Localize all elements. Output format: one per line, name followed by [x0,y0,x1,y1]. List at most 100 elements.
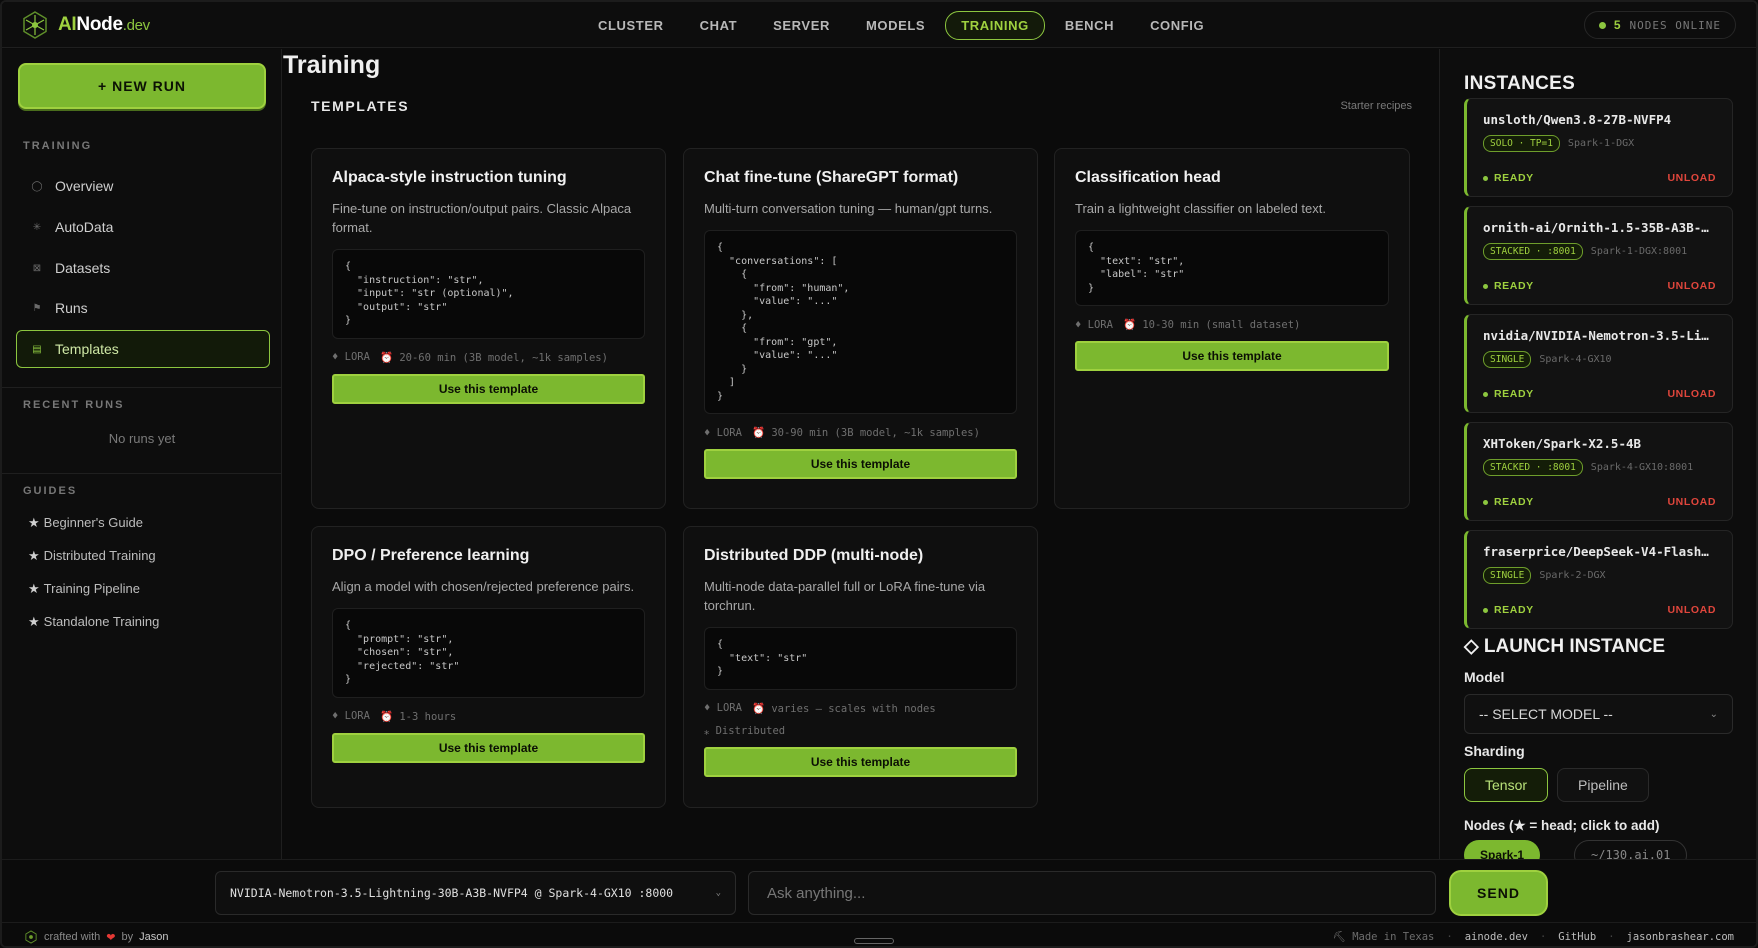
crafted-text: crafted with [44,931,101,943]
templates-section-title: TEMPLATES [311,98,410,114]
instance-card[interactable]: unsloth/Qwen3.8-27B-NVFP4 SOLO · TP=1 Spa… [1464,98,1733,197]
use-template-button[interactable]: Use this template [332,732,645,763]
guide-link-distributed[interactable]: ★ Distributed Training [28,548,156,564]
sharding-pipeline-button[interactable]: Pipeline [1557,768,1649,802]
chevron-down-icon: ⌄ [715,888,721,898]
instance-host: Spark-4-GX10:8001 [1590,462,1694,473]
instance-card[interactable]: nvidia/NVIDIA-Nemotron-3.5-Li... SINGLE S… [1464,314,1733,413]
card-description: Train a lightweight classifier on labele… [1075,201,1326,216]
card-title: Chat fine-tune (ShareGPT format) [704,169,959,186]
circle-icon: ◯ [31,180,43,192]
model-select[interactable]: -- SELECT MODEL -- ⌄ [1464,694,1733,734]
instance-name: ornith-ai/Ornith-1.5-35B-A3B-... [1483,220,1716,235]
nodes-label: NODES ONLINE [1629,18,1721,32]
nodes-online-badge[interactable]: 5 NODES ONLINE [1583,11,1736,39]
launch-instance-title: ◇ LAUNCH INSTANCE [1464,636,1666,657]
node-chip-head[interactable]: Spark-1 [1464,840,1541,859]
sidebar-item-autodata[interactable]: ✳ AutoData [16,208,270,246]
nav-tab-server[interactable]: SERVER [757,11,846,40]
nav-tab-chat[interactable]: CHAT [684,11,754,40]
instance-host: Spark-1-DGX:8001 [1590,246,1688,257]
footer-link-ainode[interactable]: ainode.dev [1465,931,1528,943]
templates-subtitle: Starter recipes [1340,100,1412,112]
instance-card[interactable]: ornith-ai/Ornith-1.5-35B-A3B-... STACKED… [1464,206,1733,305]
instance-host: Spark-1-DGX [1567,138,1635,149]
template-icon: ▤ [32,343,42,355]
card-meta: ♦ LORA ⏰ 30-90 min (3B model, ~1k sample… [704,426,1017,440]
sidebar-divider [2,473,282,474]
instance-card[interactable]: XHToken/Spark-X2.5-4B STACKED · :8001 Spa… [1464,422,1733,521]
nav-tab-cluster[interactable]: CLUSTER [582,11,680,40]
star-icon: ★ [28,515,40,530]
texas-icon: ⛏ [1332,931,1346,943]
instance-card[interactable]: fraserprice/DeepSeek-V4-Flash... SINGLE S… [1464,530,1733,629]
sidebar-item-templates[interactable]: ▤ Templates [16,330,270,368]
unload-button[interactable]: UNLOAD [1667,496,1716,508]
status-dot-icon [1598,21,1606,29]
instance-host: Spark-4-GX10 [1539,354,1612,365]
brand-node: Node [76,14,123,35]
node-chip[interactable]: ~/130.ai.01 [1574,840,1688,859]
chat-bar: NVIDIA-Nemotron-3.5-Lightning-30B-A3B-NV… [2,859,1756,922]
main-nav: CLUSTER CHAT SERVER MODELS TRAINING BENC… [582,11,1220,40]
made-in-texas: ⛏ Made in Texas [1333,930,1435,943]
duration-text: 1-3 hours [399,710,457,723]
method-tag: ♦ LORA [704,426,742,439]
by-text: by [121,931,134,943]
sidebar-item-overview[interactable]: ◯ Overview [16,167,270,205]
logo[interactable]: AINode.dev [20,10,150,40]
guide-label: Standalone Training [43,614,160,629]
author-name[interactable]: Jason [139,931,168,943]
new-run-button[interactable]: + NEW RUN [18,63,266,109]
chat-model-value: NVIDIA-Nemotron-3.5-Lightning-30B-A3B-NV… [230,886,674,900]
template-card-alpaca: Alpaca-style instruction tuning Fine-tun… [311,148,666,509]
nav-tab-training[interactable]: TRAINING [945,11,1045,40]
card-description: Multi-turn conversation tuning — human/g… [704,201,993,216]
app-window: AINode.dev CLUSTER CHAT SERVER MODELS TR… [0,0,1758,948]
use-template-button[interactable]: Use this template [1075,341,1389,371]
guides-title: GUIDES [23,485,78,497]
sidebar-item-runs[interactable]: ⚑ Runs [16,289,270,327]
resize-handle[interactable] [854,938,894,944]
use-template-button[interactable]: Use this template [704,449,1017,479]
sidebar-item-label: Templates [55,341,119,357]
duration-text: 10-30 min (small dataset) [1142,319,1301,331]
status-ready: READY [1483,388,1534,400]
card-meta: ♦ LORA ⏰ 1-3 hours [332,710,645,723]
nav-tab-models[interactable]: MODELS [850,11,941,40]
unload-button[interactable]: UNLOAD [1667,388,1716,400]
guide-link-beginners[interactable]: ★ Beginner's Guide [28,515,143,531]
training-section-title: TRAINING [23,140,93,152]
sidebar-item-datasets[interactable]: ⊠ Datasets [16,249,270,287]
template-card-chat: Chat fine-tune (ShareGPT format) Multi-t… [683,148,1038,509]
card-title: Distributed DDP (multi-node) [704,547,924,564]
page-title: Training [283,51,381,79]
sharding-tensor-button[interactable]: Tensor [1464,768,1549,802]
use-template-button[interactable]: Use this template [704,746,1017,777]
nav-tab-bench[interactable]: BENCH [1049,11,1130,40]
ask-input[interactable] [748,871,1436,915]
chat-model-select[interactable]: NVIDIA-Nemotron-3.5-Lightning-30B-A3B-NV… [215,871,736,915]
alarm-clock-icon: ⏰ [379,710,394,723]
footer-credit: crafted with ❤ by Jason [24,930,168,944]
unload-button[interactable]: UNLOAD [1667,280,1716,292]
logo-small-icon [25,930,37,944]
left-sidebar: + NEW RUN TRAINING ◯ Overview ✳ AutoData… [2,49,282,859]
star-icon: ★ [28,581,40,596]
method-tag: ♦ LORA [332,710,370,722]
use-template-button[interactable]: Use this template [332,373,645,404]
footer-link-github[interactable]: GitHub [1558,931,1596,943]
guide-link-standalone[interactable]: ★ Standalone Training [28,614,159,630]
card-description: Fine-tune on instruction/output pairs. C… [332,201,632,235]
instance-tag: STACKED · :8001 [1483,459,1583,476]
unload-button[interactable]: UNLOAD [1667,604,1716,616]
guide-link-pipeline[interactable]: ★ Training Pipeline [28,581,140,597]
guide-label: Beginner's Guide [43,515,143,530]
card-title: Classification head [1075,169,1221,186]
nav-tab-config[interactable]: CONFIG [1134,11,1220,40]
alarm-clock-icon: ⏰ [1122,319,1137,331]
send-button[interactable]: SEND [1449,870,1548,916]
footer-link-jasonbrashear[interactable]: jasonbrashear.com [1627,931,1734,943]
unload-button[interactable]: UNLOAD [1667,172,1716,184]
instance-name: nvidia/NVIDIA-Nemotron-3.5-Li... [1483,328,1716,343]
